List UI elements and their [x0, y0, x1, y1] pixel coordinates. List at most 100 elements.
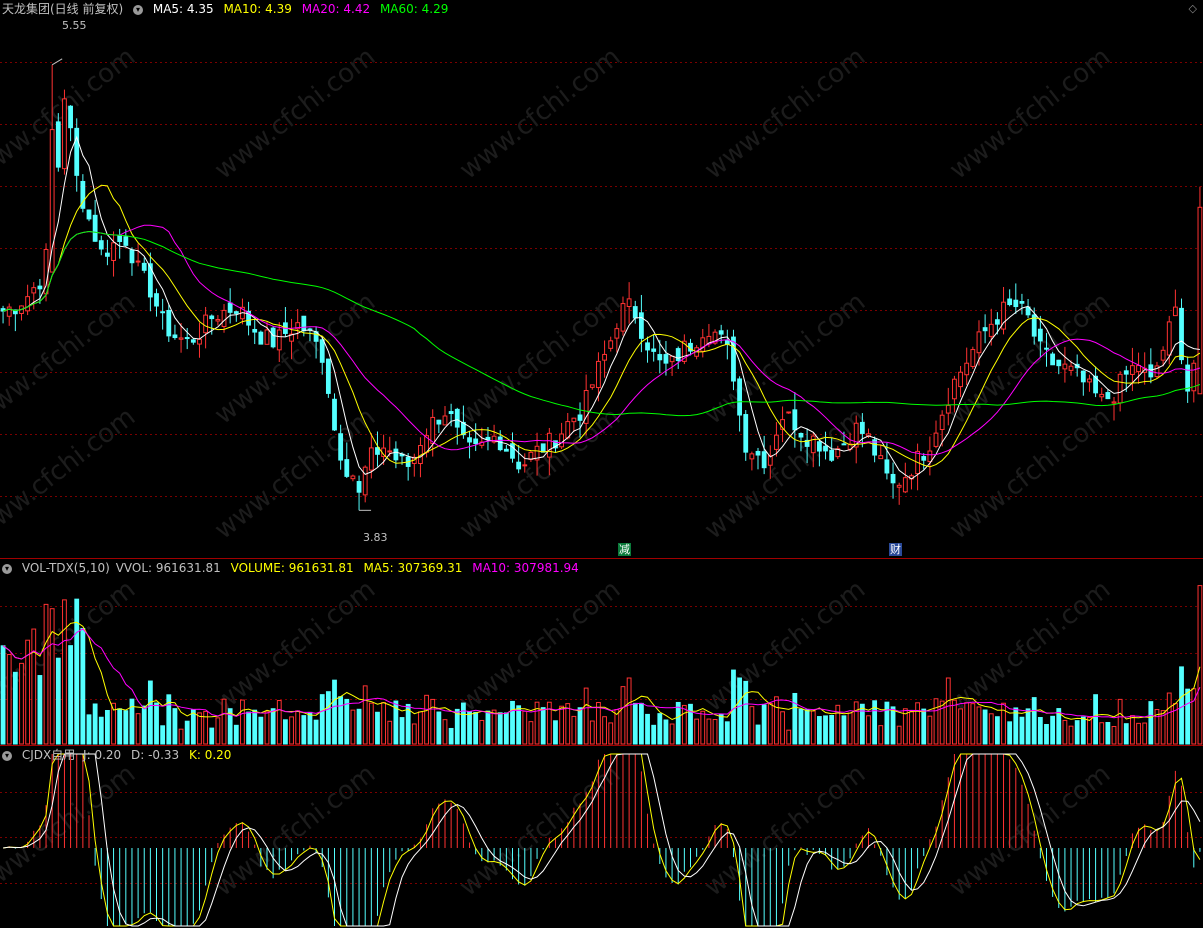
k-label: K: 0.20: [188, 748, 232, 762]
volume-bar-up: [958, 708, 963, 745]
volume-bar-down: [448, 727, 454, 745]
volume-bar-down: [344, 698, 350, 745]
watermark-text: www.cfchi.com: [454, 759, 626, 903]
volume-bar-up: [1117, 698, 1123, 745]
volume-bar-down: [841, 715, 847, 745]
candle-up: [589, 384, 595, 388]
volume-bar-down: [129, 698, 135, 745]
candle-down: [503, 448, 509, 452]
ind-settings-icon[interactable]: ▾: [2, 750, 12, 761]
volume-bar-down: [123, 710, 129, 745]
volume-bar-down: [98, 716, 104, 745]
volume-bar-down: [460, 702, 466, 745]
volume-bar-down: [154, 702, 159, 745]
candle-down: [252, 328, 258, 333]
volume-bar-up: [700, 710, 706, 745]
volume-bar-up: [915, 702, 920, 745]
candle-down: [792, 409, 798, 431]
volume-bar-up: [1142, 722, 1148, 745]
volume-bar-up: [626, 677, 632, 745]
vol-settings-icon[interactable]: ▾: [2, 563, 12, 574]
volume-bar-down: [338, 696, 344, 745]
volume-bar-down: [283, 719, 288, 745]
volume-bar-down: [982, 709, 988, 745]
volume-bar-up: [289, 716, 294, 745]
candle-down: [755, 450, 761, 456]
candle-up: [1136, 364, 1141, 373]
volume-bar-down: [798, 708, 804, 745]
candle-down: [737, 378, 743, 416]
candle-up: [878, 455, 884, 460]
volume-bar-down: [859, 703, 865, 745]
candle-up: [1172, 306, 1178, 317]
volume-bar-up: [589, 720, 595, 745]
candle-up: [602, 353, 607, 361]
candle-up: [1130, 365, 1135, 375]
volume-bar-up: [1111, 726, 1117, 745]
candle-down: [1080, 370, 1086, 383]
volume-bar-down: [510, 700, 515, 745]
candle-up: [565, 421, 571, 439]
candle-down: [147, 263, 153, 298]
volume-bar-up: [430, 698, 436, 745]
volume-bar-up: [295, 710, 301, 745]
settings-icon[interactable]: ▾: [133, 4, 144, 15]
volume-bar-up: [479, 719, 485, 745]
candle-down: [798, 432, 804, 438]
volume-bar-up: [522, 710, 528, 745]
candle-down: [344, 459, 350, 477]
volume-bar-down: [141, 705, 147, 745]
volume-bar-up: [1068, 725, 1074, 745]
volume-bar-up: [362, 685, 368, 745]
watermark-text: www.cfchi.com: [699, 42, 871, 186]
candle-up: [1062, 363, 1068, 370]
volume-bar-up: [387, 720, 393, 745]
watermark-text: www.cfchi.com: [699, 759, 871, 903]
volume-bar-down: [86, 714, 92, 745]
candle-down: [356, 481, 362, 493]
candle-up: [571, 417, 577, 423]
candle-down: [37, 285, 43, 290]
volume-bar-up: [135, 713, 141, 745]
volume-bar-down: [12, 671, 18, 745]
candle-down: [859, 421, 865, 434]
diamond-icon[interactable]: ◇: [1189, 2, 1197, 15]
volume-bar-up: [602, 716, 607, 745]
volume-bar-up: [491, 709, 497, 745]
candle-up: [976, 331, 982, 354]
event-marker-reduce[interactable]: 减: [618, 543, 631, 556]
candle-up: [749, 453, 755, 460]
volume-bar-up: [1136, 722, 1141, 745]
volume-bar-down: [252, 709, 258, 745]
candle-down: [663, 354, 669, 364]
volume-bar-up: [1062, 719, 1068, 745]
volume-bar-down: [638, 702, 644, 745]
volume-bar-up: [43, 603, 49, 745]
candle-up: [626, 298, 632, 308]
candle-down: [540, 443, 546, 453]
candle-up: [522, 464, 528, 467]
j-label: J: 0.20: [83, 748, 122, 762]
candle-down: [86, 209, 92, 220]
volume-bar-up: [970, 703, 976, 745]
volume-bar-down: [829, 715, 835, 745]
volume-bar-up: [1001, 702, 1006, 745]
candle-up: [62, 98, 67, 170]
volume-bar-down: [375, 711, 380, 745]
candle-up: [221, 309, 227, 327]
candle-down: [319, 339, 325, 363]
volume-bar-down: [1123, 723, 1129, 745]
candle-down: [301, 315, 307, 332]
volume-bar-down: [319, 694, 325, 745]
event-marker-finance[interactable]: 财: [889, 543, 902, 556]
volume-bar-down: [890, 706, 896, 745]
candle-up: [958, 371, 963, 388]
candle-down: [1044, 347, 1049, 350]
candle-up: [31, 287, 37, 294]
volume-bar-up: [264, 711, 270, 745]
candle-down: [516, 461, 522, 470]
volume-label: VOLUME: 961631.81: [230, 561, 354, 575]
volume-bar-up: [1099, 722, 1105, 745]
volume-bar-up: [620, 686, 626, 745]
volume-chart: www.cfchi.com www.cfchi.com www.cfchi.com w…: [0, 574, 1203, 745]
